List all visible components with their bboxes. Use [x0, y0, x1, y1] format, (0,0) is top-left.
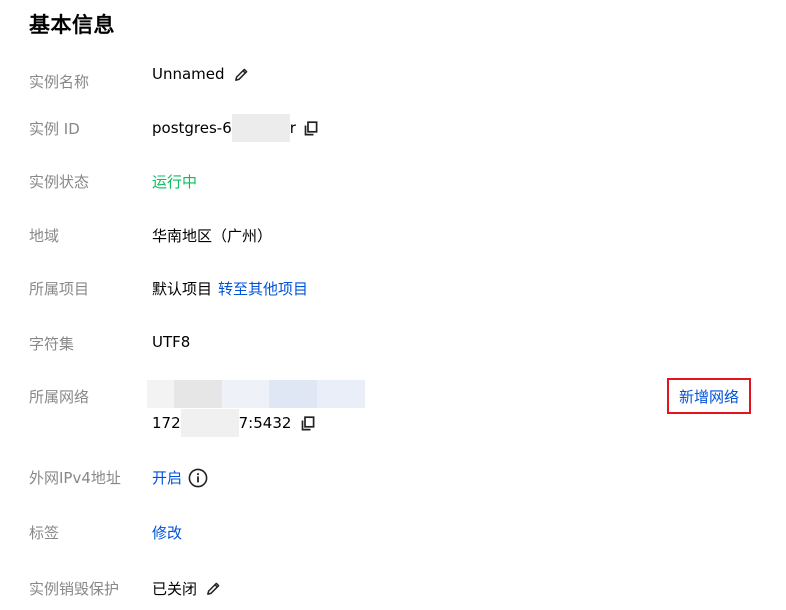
instance-id-label: 实例 ID [29, 120, 80, 138]
network-address-prefix: 172 [152, 414, 181, 432]
deletion-protection-row: 已关闭 [152, 578, 222, 599]
project-label: 所属项目 [29, 280, 90, 298]
copy-icon[interactable] [304, 120, 318, 136]
region-label: 地域 [29, 227, 60, 245]
instance-id-redaction [231, 114, 290, 142]
instance-name-row: Unnamed [152, 65, 250, 83]
public-ipv4-row: 开启 [152, 467, 208, 488]
info-icon[interactable] [188, 468, 208, 488]
add-network-button[interactable]: 新增网络 [667, 378, 751, 414]
network-label: 所属网络 [29, 388, 90, 406]
section-title: 基本信息 [29, 13, 115, 37]
network-redaction [147, 380, 365, 408]
instance-status-label: 实例状态 [29, 173, 90, 191]
instance-name-value: Unnamed [152, 65, 225, 83]
network-address-row: 172 7:5432 [152, 409, 315, 437]
instance-id-prefix: postgres-6 [152, 119, 232, 137]
network-address-redaction [180, 409, 239, 437]
network-address-suffix: 7:5432 [238, 414, 292, 432]
instance-id-row: postgres-6 r [152, 114, 318, 142]
instance-name-label: 实例名称 [29, 73, 90, 91]
deletion-protection-value: 已关闭 [152, 580, 198, 598]
enable-public-ipv4-link[interactable]: 开启 [152, 467, 182, 488]
add-network-label[interactable]: 新增网络 [679, 386, 739, 407]
pencil-icon[interactable] [233, 66, 250, 83]
public-ipv4-label: 外网IPv4地址 [29, 469, 121, 487]
charset-label: 字符集 [29, 335, 75, 353]
modify-tags-link[interactable]: 修改 [152, 522, 182, 543]
charset-value: UTF8 [152, 333, 191, 351]
deletion-protection-label: 实例销毁保护 [29, 580, 120, 598]
copy-icon[interactable] [301, 415, 315, 431]
region-value: 华南地区（广州） [152, 227, 273, 245]
pencil-icon[interactable] [205, 580, 222, 597]
instance-id-suffix: r [289, 119, 296, 137]
instance-status-value: 运行中 [152, 173, 198, 191]
project-value: 默认项目 [152, 280, 213, 298]
transfer-project-link[interactable]: 转至其他项目 [218, 278, 308, 299]
tags-label: 标签 [29, 524, 60, 542]
project-row: 默认项目 转至其他项目 [152, 278, 308, 299]
